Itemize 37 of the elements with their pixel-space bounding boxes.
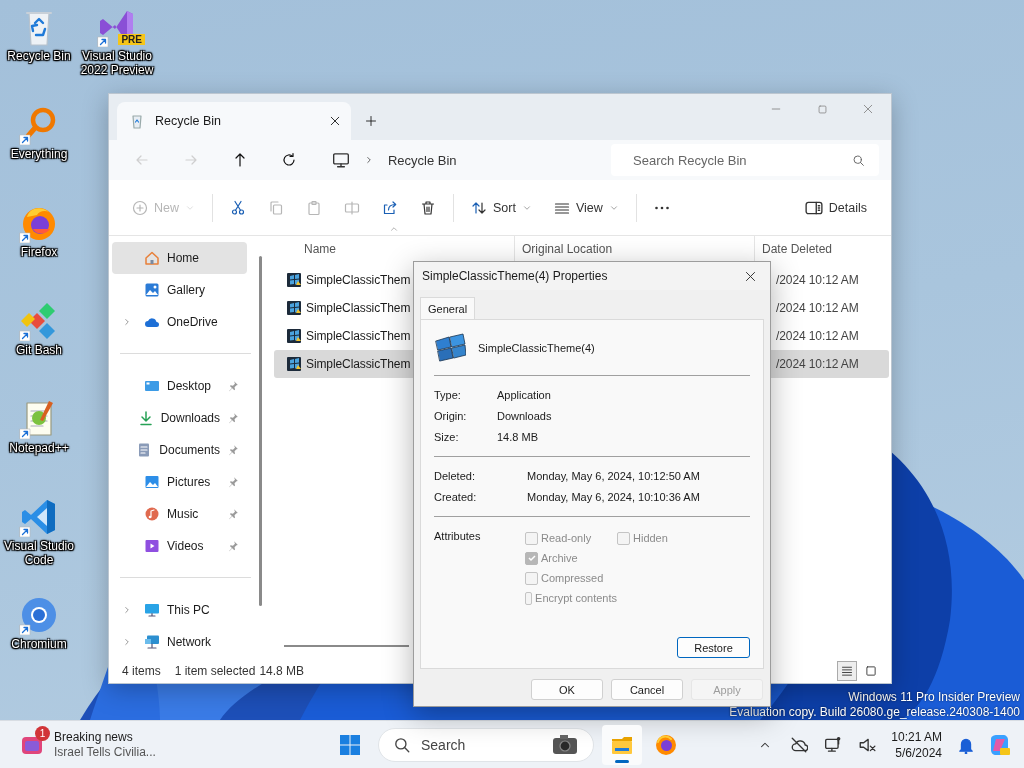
notification-badge: 1 bbox=[35, 725, 50, 741]
news-headline: Israel Tells Civilia... bbox=[54, 744, 156, 760]
field-value: Monday, May 6, 2024, 10:10:36 AM bbox=[527, 490, 700, 503]
file-name: SimpleClassicThem bbox=[306, 329, 411, 343]
date-deleted: /2024 10:12 AM bbox=[776, 357, 859, 371]
field-value: Application bbox=[497, 388, 551, 401]
date-deleted: /2024 10:12 AM bbox=[776, 273, 859, 287]
file-name: SimpleClassicThem bbox=[306, 357, 411, 371]
checkbox-label: Encrypt contents bbox=[535, 592, 617, 604]
clock-date: 5/6/2024 bbox=[895, 744, 942, 761]
attributes-label: Attributes bbox=[434, 530, 482, 544]
dialog-title: SimpleClassicTheme(4) Properties bbox=[422, 269, 609, 283]
edition-notice: Windows 11 Pro Insider Preview bbox=[848, 690, 1020, 705]
news-title: Breaking news bbox=[54, 729, 134, 745]
checkbox-label: Read-only bbox=[541, 532, 592, 544]
file-name: SimpleClassicThem bbox=[306, 273, 411, 287]
date-deleted: /2024 10:12 AM bbox=[776, 301, 859, 315]
checkbox-label: Hidden bbox=[633, 532, 668, 544]
checkbox-label: Archive bbox=[541, 552, 578, 564]
field-value: Downloads bbox=[497, 409, 552, 422]
date-deleted: /2024 10:12 AM bbox=[776, 329, 859, 343]
checkbox-label: Compressed bbox=[541, 572, 604, 584]
preview-badge: PRE bbox=[118, 34, 145, 45]
edition-notice: Evaluation copy. Build 26080.ge_release.240308-1400 bbox=[729, 705, 1020, 720]
field-value: Monday, May 6, 2024, 10:12:50 AM bbox=[527, 469, 700, 482]
field-value: 14.8 MB bbox=[497, 430, 538, 443]
selection-count: 1 item selected bbox=[174, 664, 256, 678]
field-label: Deleted: bbox=[434, 469, 476, 482]
clock-time: 10:21 AM bbox=[891, 728, 942, 745]
file-name: SimpleClassicThem bbox=[306, 301, 411, 315]
field-label: Origin: bbox=[434, 409, 468, 422]
field-label: Created: bbox=[434, 490, 478, 503]
file-name: SimpleClassicTheme(4) bbox=[478, 342, 595, 354]
field-label: Size: bbox=[434, 430, 460, 443]
field-label: Type: bbox=[434, 388, 462, 401]
selection-size: 14.8 MB bbox=[259, 664, 305, 678]
item-count: 4 items bbox=[122, 664, 161, 678]
